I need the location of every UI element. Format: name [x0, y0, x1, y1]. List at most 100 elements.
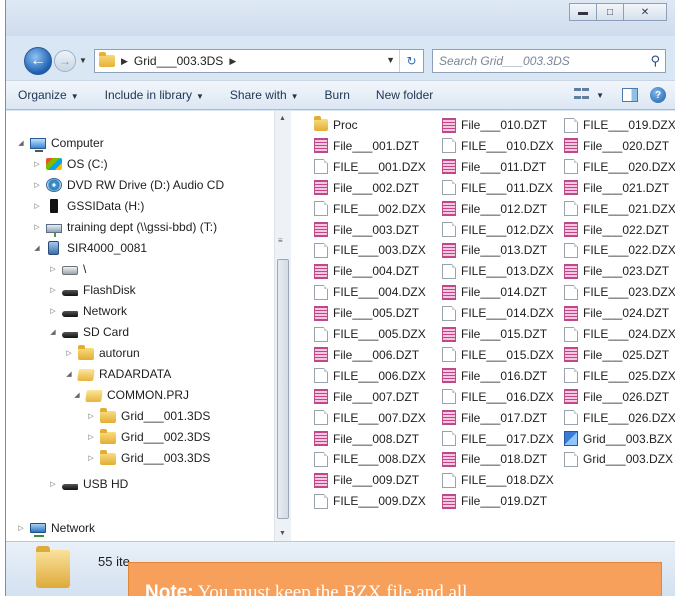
tree-item-sir4000[interactable]: ◢ SIR4000_0081 [32, 238, 147, 258]
burn-button[interactable]: Burn [325, 88, 350, 102]
search-icon[interactable]: ⚲ [650, 50, 660, 72]
file-item[interactable]: FILE___015.DZX [442, 345, 554, 365]
collapse-arrow-icon[interactable]: ▷ [48, 265, 58, 273]
tree-item-grid001[interactable]: ▷ Grid___001.3DS [86, 406, 210, 426]
file-item[interactable]: Grid___003.DZX [564, 449, 673, 469]
file-item[interactable]: FILE___019.DZX [564, 115, 675, 135]
chevron-down-icon[interactable]: ▼ [596, 91, 604, 100]
tree-item-autorun[interactable]: ▷ autorun [64, 343, 140, 363]
tree-item-usb-hd[interactable]: ▷ USB HD [48, 474, 128, 494]
file-item[interactable]: File___016.DZT [442, 366, 547, 386]
collapse-arrow-icon[interactable]: ▷ [64, 349, 74, 357]
file-item[interactable]: File___025.DZT [564, 345, 669, 365]
file-item[interactable]: FILE___008.DZX [314, 449, 426, 469]
file-item[interactable]: File___015.DZT [442, 324, 547, 344]
file-item[interactable]: File___009.DZT [314, 470, 419, 490]
file-item[interactable]: FILE___001.DZX [314, 157, 426, 177]
tree-item-computer[interactable]: ◢ Computer [16, 133, 104, 153]
file-item[interactable]: FILE___020.DZX [564, 157, 675, 177]
expand-arrow-icon[interactable]: ◢ [48, 328, 58, 336]
tree-item-dvd-drive[interactable]: ▷ DVD RW Drive (D:) Audio CD [32, 175, 224, 195]
file-item[interactable]: FILE___018.DZX [442, 470, 554, 490]
collapse-arrow-icon[interactable]: ▷ [16, 524, 26, 532]
collapse-arrow-icon[interactable]: ▷ [48, 307, 58, 315]
tree-item-training-dept[interactable]: ▷ training dept (\\gssi-bbd) (T:) [32, 217, 217, 237]
file-item[interactable]: FILE___017.DZX [442, 429, 554, 449]
change-view-icon[interactable] [574, 88, 590, 102]
scroll-up-arrow[interactable]: ▲ [279, 115, 286, 122]
refresh-icon[interactable]: ↻ [399, 50, 423, 72]
file-item[interactable]: FILE___025.DZX [564, 366, 675, 386]
file-item[interactable]: FILE___005.DZX [314, 324, 426, 344]
collapse-arrow-icon[interactable]: ▷ [32, 181, 42, 189]
file-item[interactable]: File___007.DZT [314, 387, 419, 407]
file-item[interactable]: File___014.DZT [442, 282, 547, 302]
tree-item-network[interactable]: ▷ Network [16, 518, 95, 538]
include-in-library-button[interactable]: Include in library ▼ [105, 88, 204, 102]
file-item[interactable]: FILE___002.DZX [314, 199, 426, 219]
help-icon[interactable]: ? [650, 87, 666, 103]
expand-arrow-icon[interactable]: ◢ [64, 370, 74, 378]
file-item[interactable]: FILE___010.DZX [442, 136, 554, 156]
file-item[interactable]: FILE___014.DZX [442, 303, 554, 323]
collapse-arrow-icon[interactable]: ▷ [86, 433, 96, 441]
preview-pane-icon[interactable] [622, 88, 638, 102]
collapse-arrow-icon[interactable]: ▷ [32, 202, 42, 210]
tree-item-common-prj[interactable]: ◢ COMMON.PRJ [72, 385, 189, 405]
navigation-scrollbar[interactable]: ▲ ≡ ▼ [274, 111, 291, 541]
tree-item-gssidata[interactable]: ▷ GSSIData (H:) [32, 196, 144, 216]
file-item[interactable]: File___019.DZT [442, 491, 547, 511]
tree-item-root[interactable]: ▷ \ [48, 259, 86, 279]
expand-arrow-icon[interactable]: ◢ [32, 244, 42, 252]
scroll-down-arrow[interactable]: ▼ [279, 530, 286, 537]
file-item[interactable]: FILE___012.DZX [442, 220, 554, 240]
file-item[interactable]: File___012.DZT [442, 199, 547, 219]
collapse-arrow-icon[interactable]: ▷ [32, 223, 42, 231]
file-item[interactable]: FILE___007.DZX [314, 408, 426, 428]
minimize-button[interactable]: ▬ [569, 3, 597, 21]
file-item[interactable]: File___022.DZT [564, 220, 669, 240]
file-item[interactable]: File___003.DZT [314, 220, 419, 240]
file-item[interactable]: FILE___023.DZX [564, 282, 675, 302]
file-item[interactable]: File___008.DZT [314, 429, 419, 449]
file-item[interactable]: File___002.DZT [314, 178, 419, 198]
address-dropdown[interactable]: ▼ [386, 55, 395, 65]
collapse-arrow-icon[interactable]: ▷ [48, 286, 58, 294]
file-item[interactable]: File___021.DZT [564, 178, 669, 198]
file-item[interactable]: File___023.DZT [564, 261, 669, 281]
recent-pages-dropdown[interactable]: ▼ [79, 56, 87, 65]
file-item[interactable]: File___013.DZT [442, 240, 547, 260]
file-item[interactable]: File___017.DZT [442, 408, 547, 428]
file-item[interactable]: Grid___003.BZX [564, 429, 672, 449]
file-item[interactable]: File___024.DZT [564, 303, 669, 323]
new-folder-button[interactable]: New folder [376, 88, 433, 102]
forward-button[interactable]: → [54, 50, 76, 72]
file-item[interactable]: File___018.DZT [442, 449, 547, 469]
file-item[interactable]: File___001.DZT [314, 136, 419, 156]
breadcrumb-grid003[interactable]: Grid___003.3DS [134, 54, 223, 68]
file-item[interactable]: FILE___009.DZX [314, 491, 426, 511]
share-with-button[interactable]: Share with ▼ [230, 88, 299, 102]
expand-arrow-icon[interactable]: ◢ [16, 139, 26, 147]
file-item[interactable]: FILE___021.DZX [564, 199, 675, 219]
file-item[interactable]: File___010.DZT [442, 115, 547, 135]
file-item[interactable]: FILE___016.DZX [442, 387, 554, 407]
expand-arrow-icon[interactable]: ◢ [72, 391, 82, 399]
tree-item-grid003[interactable]: ▷ Grid___003.3DS [86, 448, 210, 468]
file-item[interactable]: File___006.DZT [314, 345, 419, 365]
close-button[interactable]: ✕ [623, 3, 667, 21]
file-item[interactable]: File___004.DZT [314, 261, 419, 281]
tree-item-sd-card[interactable]: ◢ SD Card [48, 322, 129, 342]
file-item[interactable]: FILE___006.DZX [314, 366, 426, 386]
file-item[interactable]: FILE___026.DZX [564, 408, 675, 428]
organize-button[interactable]: Organize ▼ [18, 88, 79, 102]
tree-item-grid002[interactable]: ▷ Grid___002.3DS [86, 427, 210, 447]
collapse-arrow-icon[interactable]: ▷ [86, 454, 96, 462]
tree-item-device-network[interactable]: ▷ Network [48, 301, 127, 321]
collapse-arrow-icon[interactable]: ▷ [32, 160, 42, 168]
tree-item-os-drive[interactable]: ▷ OS (C:) [32, 154, 107, 174]
file-item[interactable]: File___020.DZT [564, 136, 669, 156]
collapse-arrow-icon[interactable]: ▷ [48, 480, 58, 488]
collapse-arrow-icon[interactable]: ▷ [86, 412, 96, 420]
file-item[interactable]: File___011.DZT [442, 157, 546, 177]
